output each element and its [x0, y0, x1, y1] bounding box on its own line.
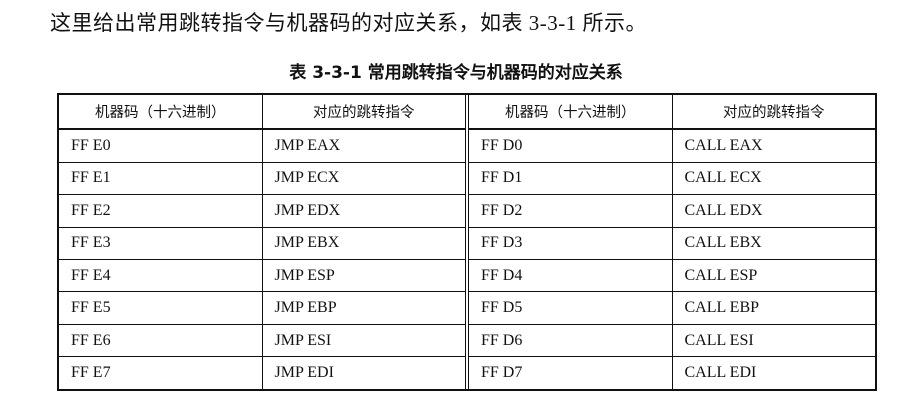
instruction-cell: CALL ECX: [671, 162, 876, 195]
machine-code-cell: FF D4: [481, 266, 523, 284]
table-row: FF E2 JMP EDX: [59, 195, 466, 228]
machine-code-cell: FF D7: [481, 364, 523, 382]
table-row: FF D1 CALL ECX: [469, 162, 876, 196]
table-row: FF E7 JMP EDI: [59, 357, 466, 389]
table-header-row: 机器码（十六进制） 对应的跳转指令: [469, 95, 876, 131]
instruction-cell: CALL ESP: [671, 260, 876, 292]
table-row: FF E5 JMP EBP: [59, 292, 466, 325]
table-row: FF E1 JMP ECX: [59, 162, 466, 196]
machine-code-cell: FF E0: [71, 136, 111, 154]
table-row: FF E6 JMP ESI: [59, 324, 466, 358]
machine-code-cell: FF D5: [481, 299, 523, 317]
table-row: FF D6 CALL ESI: [469, 324, 876, 358]
instruction-cell: JMP EBX: [261, 227, 466, 259]
machine-code-cell: FF E7: [71, 364, 111, 382]
machine-code-cell: FF D0: [481, 136, 523, 154]
instruction-cell: CALL EDX: [671, 195, 876, 227]
table-row: FF E3 JMP EBX: [59, 227, 466, 260]
table-row: FF D7 CALL EDI: [469, 357, 876, 389]
instruction-cell: CALL ESI: [671, 324, 876, 357]
table-row: FF D0 CALL EAX: [469, 130, 876, 163]
machine-code-cell: FF D1: [481, 169, 523, 187]
instruction-cell: JMP EBP: [261, 292, 466, 324]
table-right-half: 机器码（十六进制） 对应的跳转指令 FF D0 CALL EAX FF D1 C…: [469, 95, 875, 389]
instruction-cell: CALL EBP: [671, 292, 876, 324]
table-row: FF D2 CALL EDX: [469, 195, 876, 228]
instruction-cell: JMP EDI: [261, 357, 466, 389]
instruction-cell: JMP ESP: [261, 260, 466, 292]
machine-code-cell: FF D2: [481, 201, 523, 219]
machine-code-cell: FF E2: [71, 201, 111, 219]
machine-code-cell: FF D6: [481, 331, 523, 349]
table-row: FF E0 JMP EAX: [59, 130, 466, 163]
table-row: FF D5 CALL EBP: [469, 292, 876, 325]
table-row: FF D4 CALL ESP: [469, 260, 876, 293]
table-header-row: 机器码（十六进制） 对应的跳转指令: [59, 95, 466, 131]
instruction-cell: CALL EBX: [671, 227, 876, 259]
intro-paragraph: 这里给出常用跳转指令与机器码的对应关系，如表 3-3-1 所示。: [50, 11, 647, 35]
instruction-cell: CALL EDI: [671, 357, 876, 389]
header-jump-instruction: 对应的跳转指令: [261, 95, 466, 129]
machine-code-cell: FF D3: [481, 234, 523, 252]
table-row: FF D3 CALL EBX: [469, 227, 876, 260]
machine-code-cell: FF E1: [71, 169, 111, 187]
instruction-cell: JMP ESI: [261, 324, 466, 357]
machine-code-cell: FF E4: [71, 266, 111, 284]
machine-code-cell: FF E5: [71, 299, 111, 317]
header-jump-instruction: 对应的跳转指令: [671, 95, 876, 129]
instruction-cell: JMP ECX: [261, 162, 466, 195]
instruction-cell: JMP EDX: [261, 195, 466, 227]
instruction-cell: CALL EAX: [671, 130, 876, 162]
machine-code-cell: FF E6: [71, 331, 111, 349]
table-left-half: 机器码（十六进制） 对应的跳转指令 FF E0 JMP EAX FF E1 JM…: [59, 95, 469, 389]
instruction-cell: JMP EAX: [261, 130, 466, 162]
opcode-table: 机器码（十六进制） 对应的跳转指令 FF E0 JMP EAX FF E1 JM…: [57, 93, 877, 391]
machine-code-cell: FF E3: [71, 234, 111, 252]
header-machine-code: 机器码（十六进制）: [505, 105, 636, 122]
table-row: FF E4 JMP ESP: [59, 260, 466, 293]
table-caption: 表 3-3-1 常用跳转指令与机器码的对应关系: [289, 63, 623, 83]
header-machine-code: 机器码（十六进制）: [95, 105, 226, 122]
